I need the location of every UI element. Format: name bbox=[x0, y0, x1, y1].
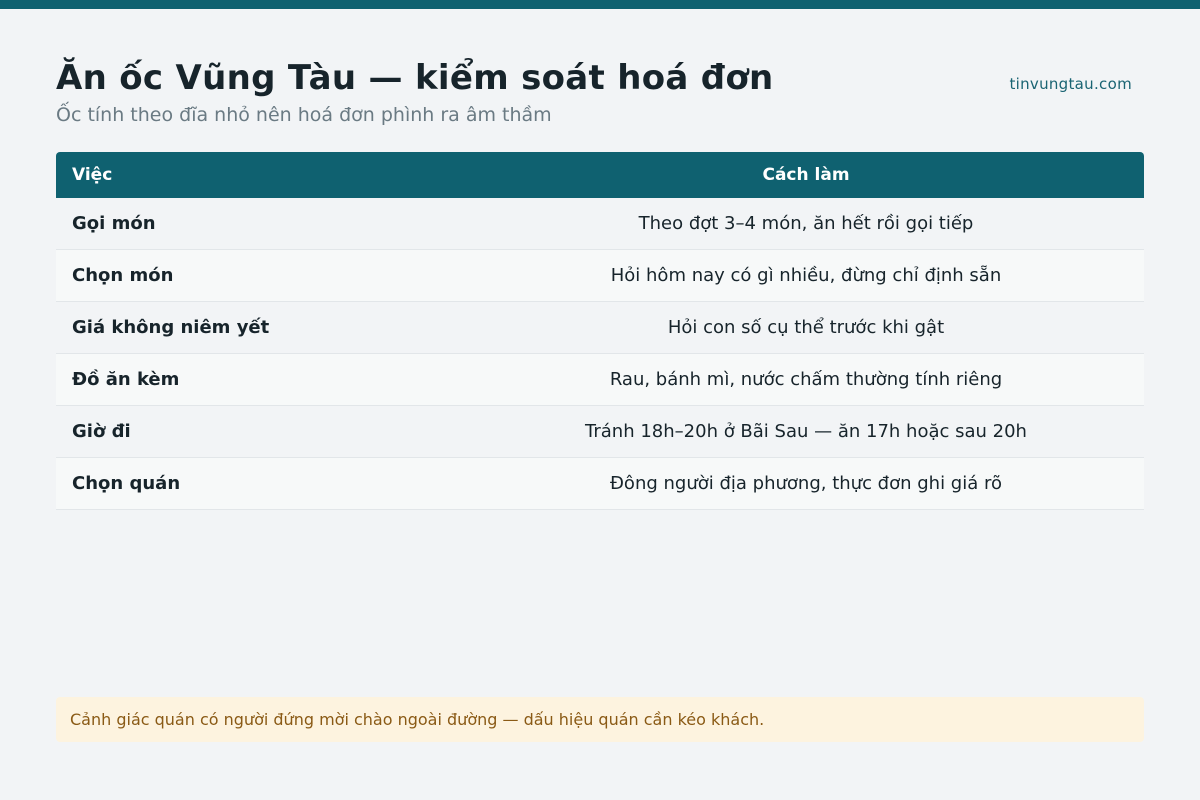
table-row: Đồ ăn kèm Rau, bánh mì, nước chấm thường… bbox=[56, 354, 1144, 406]
warning-note: Cảnh giác quán có người đứng mời chào ng… bbox=[56, 697, 1144, 742]
table-row: Gọi món Theo đợt 3–4 món, ăn hết rồi gọi… bbox=[56, 198, 1144, 250]
row-task: Chọn món bbox=[72, 265, 174, 286]
row-how: Hỏi hôm nay có gì nhiều, đừng chỉ định s… bbox=[610, 265, 1002, 286]
page-title: Ăn ốc Vũng Tàu — kiểm soát hoá đơn bbox=[56, 58, 774, 98]
table-header: Việc Cách làm bbox=[56, 152, 1144, 198]
row-how: Đông người địa phương, thực đơn ghi giá … bbox=[609, 473, 1003, 494]
row-task: Giá không niêm yết bbox=[72, 317, 270, 338]
column-header-how: Cách làm bbox=[762, 165, 850, 185]
page-header: Ăn ốc Vũng Tàu — kiểm soát hoá đơn Ốc tí… bbox=[56, 56, 1144, 128]
site-link[interactable]: tinvungtau.com bbox=[1009, 75, 1132, 93]
tips-table: Việc Cách làm Gọi món Theo đợt 3–4 món, … bbox=[56, 152, 1144, 510]
row-task: Gọi món bbox=[72, 213, 156, 234]
row-how: Tránh 18h–20h ở Bãi Sau — ăn 17h hoặc sa… bbox=[585, 421, 1027, 442]
table-row: Chọn quán Đông người địa phương, thực đơ… bbox=[56, 458, 1144, 510]
row-task: Giờ đi bbox=[72, 421, 131, 442]
table-row: Chọn món Hỏi hôm nay có gì nhiều, đừng c… bbox=[56, 250, 1144, 302]
row-how: Hỏi con số cụ thể trước khi gật bbox=[667, 317, 945, 338]
row-task: Đồ ăn kèm bbox=[72, 369, 180, 390]
table-row: Giờ đi Tránh 18h–20h ở Bãi Sau — ăn 17h … bbox=[56, 406, 1144, 458]
row-task: Chọn quán bbox=[72, 473, 181, 494]
page-subtitle: Ốc tính theo đĩa nhỏ nên hoá đơn phình r… bbox=[56, 104, 552, 126]
row-how: Theo đợt 3–4 món, ăn hết rồi gọi tiếp bbox=[638, 213, 974, 234]
row-how: Rau, bánh mì, nước chấm thường tính riên… bbox=[609, 369, 1003, 390]
table-row: Giá không niêm yết Hỏi con số cụ thể trư… bbox=[56, 302, 1144, 354]
top-accent-bar bbox=[0, 0, 1200, 9]
column-header-task: Việc bbox=[72, 165, 113, 185]
